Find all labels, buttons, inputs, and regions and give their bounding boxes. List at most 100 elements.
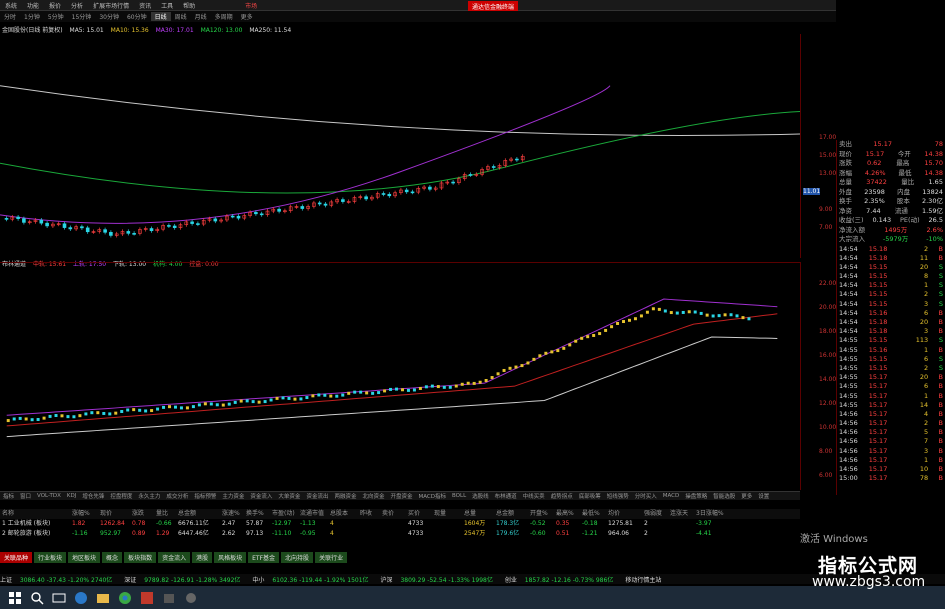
- indicator-tab[interactable]: 设置: [755, 492, 772, 500]
- index-item[interactable]: 深证 9789.82 -126.91 -1.28% 3492亿: [124, 575, 246, 584]
- indicator-tab[interactable]: 趋势拐点: [548, 492, 576, 500]
- indicator-tab[interactable]: 资金流出: [303, 492, 331, 500]
- menu-quote[interactable]: 报价: [44, 1, 66, 10]
- period-tab-9[interactable]: 多周期: [211, 12, 237, 21]
- sector-tab[interactable]: 风格板块: [214, 552, 247, 563]
- sector-tab[interactable]: 地区板块: [68, 552, 101, 563]
- table-row[interactable]: 1 工业机械 (板块) 1.82 1262.84 0.78 -0.66 6676.11亿 2…: [0, 519, 800, 529]
- period-tab-10[interactable]: 更多: [237, 12, 257, 21]
- indicator-tab[interactable]: 中线买卖: [520, 492, 548, 500]
- indicator-tab[interactable]: 资金流入: [247, 492, 275, 500]
- column-header[interactable]: 强弱度: [642, 509, 668, 519]
- period-tab-3[interactable]: 15分钟: [68, 12, 96, 21]
- indicator-tab[interactable]: 大单资金: [275, 492, 303, 500]
- indicator-tab[interactable]: 分时买入: [632, 492, 660, 500]
- indicator-tab[interactable]: 布林通道: [492, 492, 520, 500]
- search-icon[interactable]: [30, 591, 44, 605]
- sector-tab[interactable]: 港股: [192, 552, 213, 563]
- column-header[interactable]: 连涨天: [668, 509, 694, 519]
- menu-tools[interactable]: 工具: [156, 1, 178, 10]
- indicator-tab[interactable]: MACD指标: [416, 492, 450, 500]
- boll-chart[interactable]: [0, 262, 800, 490]
- column-header[interactable]: 现量: [432, 509, 462, 519]
- indicator-tab[interactable]: 窗口: [17, 492, 34, 500]
- column-header[interactable]: 卖价: [380, 509, 406, 519]
- indicator-tab[interactable]: 更多: [738, 492, 755, 500]
- sector-tab[interactable]: 北向持股: [281, 552, 314, 563]
- period-tab-1[interactable]: 1分钟: [20, 12, 44, 21]
- period-tab-4[interactable]: 30分钟: [95, 12, 123, 21]
- sector-tab[interactable]: 关联品种: [0, 552, 33, 563]
- period-tab-5[interactable]: 60分钟: [123, 12, 151, 21]
- windows-start-icon[interactable]: [8, 591, 22, 605]
- indicator-tab[interactable]: 选股线: [469, 492, 492, 500]
- index-item[interactable]: 上证 3086.40 -37.43 -1.20% 2740亿: [0, 575, 118, 584]
- column-header[interactable]: 涨幅%: [70, 509, 98, 519]
- sector-tab[interactable]: 行业板块: [34, 552, 67, 563]
- indicator-tab[interactable]: KDJ: [64, 493, 79, 499]
- sector-tab[interactable]: 关联行业: [315, 552, 348, 563]
- column-header[interactable]: 买价: [406, 509, 432, 519]
- index-item[interactable]: 沪深 3809.29 -52.54 -1.33% 1998亿: [381, 575, 499, 584]
- column-header[interactable]: 3日涨幅%: [694, 509, 724, 519]
- indicator-tab[interactable]: BOLL: [449, 493, 469, 499]
- column-header[interactable]: 总量: [462, 509, 494, 519]
- indicator-tab[interactable]: VOL-TDX: [34, 493, 64, 499]
- period-tab-2[interactable]: 5分钟: [44, 12, 68, 21]
- indicator-tab[interactable]: 成交分析: [163, 492, 191, 500]
- column-header[interactable]: 昨收: [358, 509, 380, 519]
- period-tab-6[interactable]: 日线: [150, 12, 171, 21]
- period-tab-0[interactable]: 分时: [0, 12, 20, 21]
- index-item[interactable]: 中小 6102.36 -119.44 -1.92% 1501亿: [252, 575, 374, 584]
- browser-icon[interactable]: [74, 591, 88, 605]
- store-icon[interactable]: [162, 591, 176, 605]
- column-header[interactable]: 总股本: [328, 509, 358, 519]
- main-candle-chart[interactable]: [0, 34, 800, 258]
- indicator-tab[interactable]: 智能选股: [710, 492, 738, 500]
- indicator-tab[interactable]: 指标: [0, 492, 17, 500]
- period-tab-7[interactable]: 周线: [171, 12, 191, 21]
- column-header[interactable]: 涨跌: [130, 509, 154, 519]
- chrome-icon[interactable]: [118, 591, 132, 605]
- indicator-tab[interactable]: 增仓先锋: [79, 492, 107, 500]
- column-header[interactable]: 市盈(动): [270, 509, 298, 519]
- menu-function[interactable]: 功能: [22, 1, 44, 10]
- column-header[interactable]: 涨速%: [220, 509, 244, 519]
- sector-tab[interactable]: 板块指数: [124, 552, 157, 563]
- sector-tab[interactable]: ETF基金: [248, 552, 280, 563]
- column-header[interactable]: 流通市值: [298, 509, 328, 519]
- menu-analysis[interactable]: 分析: [66, 1, 88, 10]
- column-header[interactable]: 现价: [98, 509, 130, 519]
- menu-news[interactable]: 资讯: [134, 1, 156, 10]
- tick-list[interactable]: 14:54 15.18 2 B 14:54 15.18 11 B 14:54 15.15 20 S 14…: [837, 245, 945, 484]
- indicator-tab[interactable]: 底部吸筹: [576, 492, 604, 500]
- task-view-icon[interactable]: [52, 591, 66, 605]
- indicator-tab[interactable]: 北向资金: [359, 492, 387, 500]
- indicator-tab[interactable]: 主力资金: [219, 492, 247, 500]
- column-header[interactable]: 换手%: [244, 509, 270, 519]
- menu-system[interactable]: 系统: [0, 1, 22, 10]
- indicator-tab[interactable]: 指标预警: [191, 492, 219, 500]
- column-header[interactable]: 均价: [606, 509, 642, 519]
- folder-icon[interactable]: [96, 591, 110, 605]
- indicator-tab[interactable]: 开盘资金: [387, 492, 415, 500]
- sector-tab[interactable]: 资金流入: [158, 552, 191, 563]
- menu-ext-market[interactable]: 扩展市场行情: [88, 1, 134, 10]
- app-icon[interactable]: [140, 591, 154, 605]
- column-header[interactable]: 总金额: [494, 509, 528, 519]
- column-header[interactable]: 总金额: [176, 509, 220, 519]
- indicator-tab[interactable]: 两融资金: [331, 492, 359, 500]
- period-tab-8[interactable]: 月线: [191, 12, 211, 21]
- column-header[interactable]: 量比: [154, 509, 176, 519]
- indicator-tab[interactable]: 短线强势: [604, 492, 632, 500]
- indicator-tab[interactable]: 永久主力: [135, 492, 163, 500]
- index-item[interactable]: 创业 1857.82 -12.16 -0.73% 986亿: [505, 575, 619, 584]
- column-header[interactable]: 最高%: [554, 509, 580, 519]
- sector-tab[interactable]: 概念: [102, 552, 123, 563]
- indicator-tab[interactable]: MACD: [660, 493, 683, 499]
- table-row[interactable]: 2 邮轮旅游 (板块) -1.16 952.97 0.89 1.29 6447.46亿 2.…: [0, 529, 800, 539]
- indicator-tab[interactable]: 操盘策略: [682, 492, 710, 500]
- column-header[interactable]: 最低%: [580, 509, 606, 519]
- indicator-tab[interactable]: 控盘程度: [107, 492, 135, 500]
- settings-icon[interactable]: [184, 591, 198, 605]
